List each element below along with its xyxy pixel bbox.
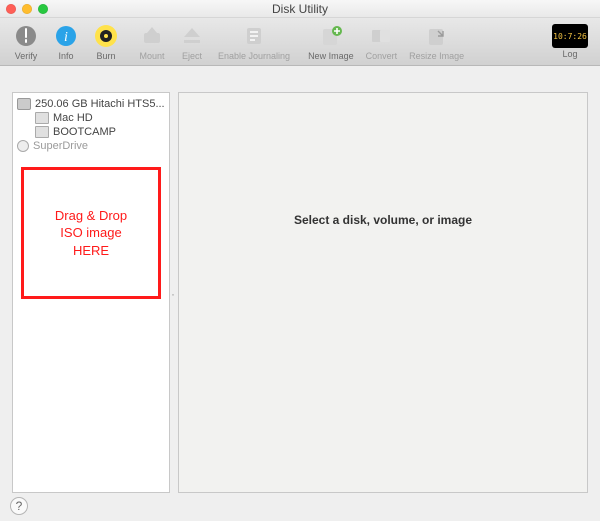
new-image-icon xyxy=(317,22,345,50)
mount-icon xyxy=(138,22,166,50)
new-image-label: New Image xyxy=(308,51,354,61)
sidebar: 250.06 GB Hitachi HTS5... Mac HD BOOTCAM… xyxy=(12,92,170,493)
verify-icon xyxy=(12,22,40,50)
log-label: Log xyxy=(562,49,577,59)
disk-label: 250.06 GB Hitachi HTS5... xyxy=(35,98,165,110)
new-image-button[interactable]: New Image xyxy=(302,20,360,65)
volume-label: Mac HD xyxy=(53,112,93,124)
resize-image-icon xyxy=(423,22,451,50)
convert-icon xyxy=(367,22,395,50)
eject-icon xyxy=(178,22,206,50)
verify-label: Verify xyxy=(15,51,38,61)
convert-label: Convert xyxy=(366,51,398,61)
resize-image-label: Resize Image xyxy=(409,51,464,61)
volume-row[interactable]: Mac HD xyxy=(15,111,167,125)
log-icon: 10:7:26 xyxy=(552,24,588,48)
mount-label: Mount xyxy=(139,51,164,61)
journaling-icon xyxy=(240,22,268,50)
volume-icon xyxy=(35,126,49,138)
main-pane: Select a disk, volume, or image xyxy=(178,92,588,493)
superdrive-row[interactable]: SuperDrive xyxy=(15,139,167,153)
resize-image-button[interactable]: Resize Image xyxy=(403,20,470,65)
volume-label: BOOTCAMP xyxy=(53,126,116,138)
eject-button[interactable]: Eject xyxy=(172,20,212,65)
optical-drive-icon xyxy=(17,140,29,152)
burn-label: Burn xyxy=(96,51,115,61)
convert-button[interactable]: Convert xyxy=(360,20,404,65)
log-button[interactable]: 10:7:26 Log xyxy=(546,20,594,65)
burn-icon xyxy=(92,22,120,50)
window-title: Disk Utility xyxy=(0,2,600,16)
enable-journaling-label: Enable Journaling xyxy=(218,51,290,61)
disk-row[interactable]: 250.06 GB Hitachi HTS5... xyxy=(15,97,167,111)
titlebar: Disk Utility xyxy=(0,0,600,18)
info-label: Info xyxy=(58,51,73,61)
eject-label: Eject xyxy=(182,51,202,61)
volume-row[interactable]: BOOTCAMP xyxy=(15,125,167,139)
placeholder-text: Select a disk, volume, or image xyxy=(294,213,472,227)
enable-journaling-button[interactable]: Enable Journaling xyxy=(212,20,296,65)
drop-zone-label: Drag & Drop ISO image HERE xyxy=(55,207,127,260)
help-icon: ? xyxy=(16,499,23,513)
mount-button[interactable]: Mount xyxy=(132,20,172,65)
verify-button[interactable]: Verify xyxy=(6,20,46,65)
volume-icon xyxy=(35,112,49,124)
burn-button[interactable]: Burn xyxy=(86,20,126,65)
superdrive-label: SuperDrive xyxy=(33,140,88,152)
info-button[interactable]: i Info xyxy=(46,20,86,65)
iso-drop-zone[interactable]: Drag & Drop ISO image HERE xyxy=(21,167,161,299)
disk-icon xyxy=(17,98,31,110)
info-icon: i xyxy=(52,22,80,50)
help-button[interactable]: ? xyxy=(10,497,28,515)
device-tree: 250.06 GB Hitachi HTS5... Mac HD BOOTCAM… xyxy=(13,93,169,157)
toolbar: Verify i Info Burn Mount xyxy=(0,18,600,66)
svg-text:i: i xyxy=(64,30,68,45)
splitter-handle[interactable]: · xyxy=(170,66,176,521)
